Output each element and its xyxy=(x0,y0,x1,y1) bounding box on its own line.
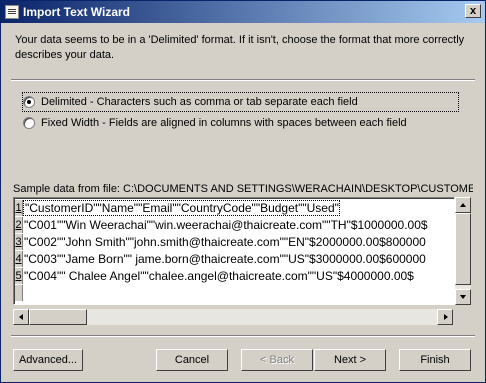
row-text: "C003""Jame Born"" jame.born@thaicreate.… xyxy=(24,252,426,266)
import-text-wizard-window: Import Text Wizard x Your data seems to … xyxy=(0,0,486,383)
cancel-button[interactable]: Cancel xyxy=(156,349,228,371)
close-button[interactable]: x xyxy=(465,4,481,18)
back-button[interactable]: < Back xyxy=(241,349,313,371)
row-number: 3 xyxy=(15,234,23,250)
finish-button[interactable]: Finish xyxy=(399,349,471,371)
vertical-scroll-thumb[interactable] xyxy=(455,213,471,285)
row-number: 4 xyxy=(15,251,23,267)
import-wizard-icon xyxy=(5,5,19,19)
preview-row-empty xyxy=(15,285,23,301)
divider-bottom xyxy=(11,335,475,337)
row-number: 2 xyxy=(15,217,23,233)
row-text: "C002""John Smith""john.smith@thaicreate… xyxy=(24,235,426,249)
row-text: "CustomerID""Name""Email""CountryCode""B… xyxy=(23,200,340,216)
window-title: Import Text Wizard xyxy=(23,5,131,19)
scroll-down-button[interactable] xyxy=(455,289,471,305)
scroll-right-button[interactable] xyxy=(437,309,453,325)
radio-fixed-width[interactable]: Fixed Width - Fields are aligned in colu… xyxy=(23,114,407,132)
scroll-left-button[interactable] xyxy=(13,309,29,325)
preview-row: 2 "C001""Win Weerachai""win.weerachai@th… xyxy=(15,217,428,233)
scroll-up-button[interactable] xyxy=(455,197,471,213)
row-number: 1 xyxy=(15,200,23,216)
preview-row: 3 "C002""John Smith""john.smith@thaicrea… xyxy=(15,234,426,250)
divider-top xyxy=(11,79,475,81)
format-description: Your data seems to be in a 'Delimited' f… xyxy=(15,34,465,61)
sample-data-preview[interactable]: 1 "CustomerID""Name""Email""CountryCode"… xyxy=(13,197,455,305)
sample-data-label: Sample data from file: C:\DOCUMENTS AND … xyxy=(13,183,473,195)
preview-grid: 1 "CustomerID""Name""Email""CountryCode"… xyxy=(14,198,454,304)
arrow-left-icon xyxy=(19,314,23,320)
preview-row: 4 "C003""Jame Born"" jame.born@thaicreat… xyxy=(15,251,426,267)
arrow-up-icon xyxy=(460,203,466,207)
advanced-button[interactable]: Advanced... xyxy=(13,349,83,371)
arrow-down-icon xyxy=(460,295,466,299)
preview-row: 1 "CustomerID""Name""Email""CountryCode"… xyxy=(15,200,340,216)
radio-delimited-label: Delimited - Characters such as comma or … xyxy=(41,96,358,108)
close-icon: x xyxy=(469,5,477,17)
row-text: "C001""Win Weerachai""win.weerachai@thai… xyxy=(24,218,428,232)
radio-fixed-width-button[interactable] xyxy=(23,117,35,129)
horizontal-scroll-thumb[interactable] xyxy=(29,309,87,325)
title-bar: Import Text Wizard x xyxy=(1,1,485,23)
horizontal-scrollbar[interactable] xyxy=(13,309,453,325)
radio-fixed-width-label: Fixed Width - Fields are aligned in colu… xyxy=(41,117,407,129)
radio-delimited[interactable]: Delimited - Characters such as comma or … xyxy=(22,92,459,112)
next-button[interactable]: Next > xyxy=(314,349,386,371)
arrow-right-icon xyxy=(444,314,448,320)
radio-delimited-button[interactable] xyxy=(23,96,35,108)
row-text: "C004"" Chalee Angel""chalee.angel@thaic… xyxy=(24,269,414,283)
vertical-scrollbar[interactable] xyxy=(455,197,471,305)
preview-row: 5 "C004"" Chalee Angel""chalee.angel@tha… xyxy=(15,268,414,284)
row-number: 5 xyxy=(15,268,23,284)
